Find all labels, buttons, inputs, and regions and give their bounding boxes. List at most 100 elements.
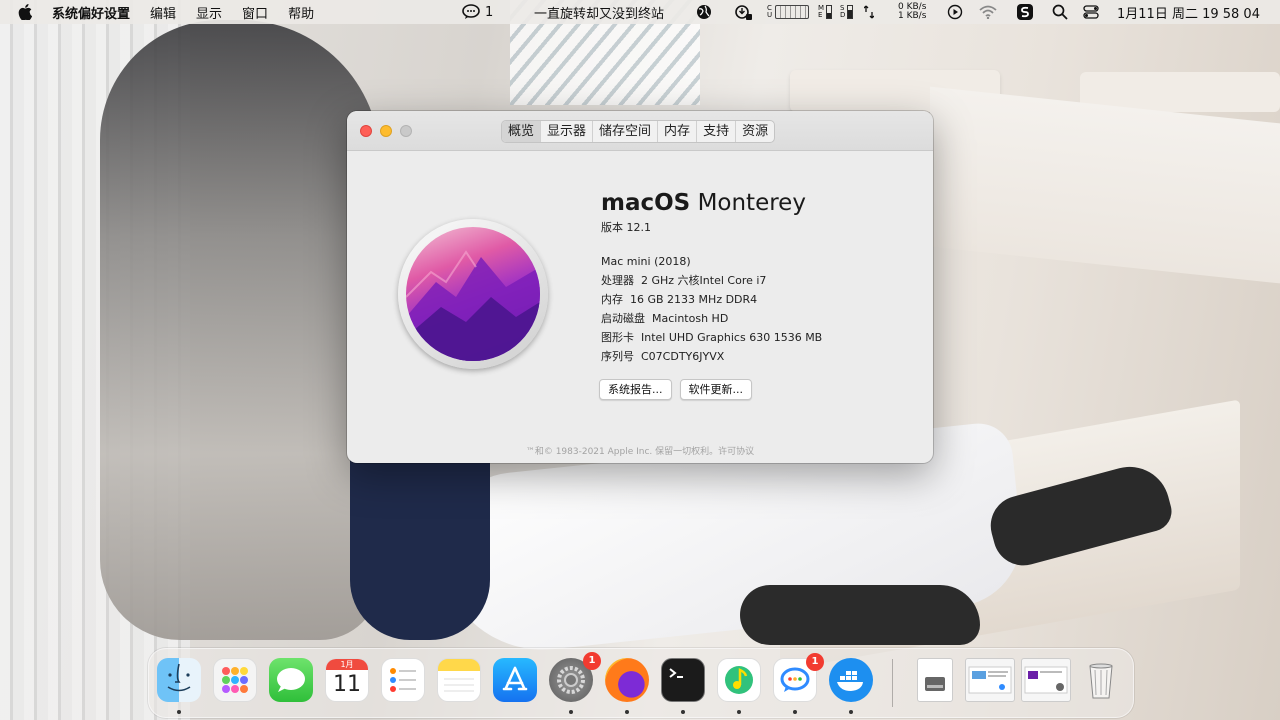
now-playing-icon[interactable] — [947, 0, 963, 24]
about-this-mac-window: 概览 显示器 储存空间 内存 支持 资源 macOS Monterey 版本 1… — [347, 111, 933, 463]
tab-displays[interactable]: 显示器 — [541, 121, 594, 142]
cpu-label: U — [767, 11, 773, 19]
clock[interactable]: 1月11日 周二 19 58 04 — [1117, 0, 1260, 24]
spec-graphics: 图形卡 Intel UHD Graphics 630 1536 MB — [601, 328, 822, 347]
download-speed: 1 KB/s — [898, 11, 927, 21]
cpu-monitor[interactable]: CU — [767, 0, 810, 24]
system-report-button[interactable]: 系统报告... — [599, 379, 672, 400]
spec-key: 序列号 — [601, 350, 634, 363]
control-center-icon[interactable] — [1083, 0, 1099, 24]
qq-music-icon[interactable] — [717, 658, 761, 702]
wallpaper-person — [100, 20, 380, 640]
system-info: macOS Monterey 版本 12.1 Mac mini (2018) 处… — [601, 189, 822, 366]
tab-support[interactable]: 支持 — [697, 121, 737, 142]
firefox-icon[interactable] — [605, 658, 649, 702]
os-name: Monterey — [697, 190, 806, 216]
network-arrows-icon[interactable] — [864, 0, 874, 24]
copyright-footer: ™和© 1983-2021 Apple Inc. 保留一切权利。许可协议 — [525, 447, 755, 457]
download-gear-icon[interactable] — [733, 0, 753, 24]
os-title: macOS Monterey — [601, 189, 822, 217]
os-version: 版本 12.1 — [601, 221, 651, 234]
spec-key: 启动磁盘 — [601, 312, 645, 325]
tab-overview[interactable]: 概览 — [502, 121, 542, 142]
wifi-icon[interactable] — [979, 0, 997, 24]
spec-processor: 处理器 2 GHz 六核Intel Core i7 — [601, 271, 822, 290]
minimize-button[interactable] — [380, 125, 392, 137]
docker-icon[interactable] — [829, 658, 873, 702]
os-brand: macOS — [601, 190, 691, 216]
tab-segmented-control: 概览 显示器 储存空间 内存 支持 资源 — [501, 120, 776, 143]
screenshot-file-icon[interactable] — [1021, 658, 1071, 702]
spec-key: 图形卡 — [601, 331, 634, 344]
chat-app-running-dot — [793, 710, 797, 714]
menu-edit[interactable]: 编辑 — [150, 3, 176, 22]
network-speed[interactable]: 0 KB/s 1 KB/s — [898, 0, 926, 24]
chat-count: 1 — [485, 4, 494, 20]
spec-value: Intel UHD Graphics 630 1536 MB — [641, 331, 823, 344]
system-preferences-running-dot — [569, 710, 573, 714]
disk-label: D — [840, 11, 846, 19]
software-update-button[interactable]: 软件更新... — [679, 379, 752, 400]
calendar-month: 1月 — [326, 659, 368, 670]
menu-help[interactable]: 帮助 — [288, 3, 314, 22]
dock-separator — [892, 659, 893, 707]
reminders-icon[interactable] — [381, 658, 425, 702]
menu-app-name[interactable]: 系统偏好设置 — [52, 3, 130, 22]
launchpad-icon[interactable] — [213, 658, 257, 702]
tab-memory[interactable]: 内存 — [658, 121, 698, 142]
firefox-running-dot — [625, 710, 629, 714]
spec-value: Macintosh HD — [652, 312, 729, 325]
model-name: Mac mini (2018) — [601, 255, 691, 268]
terminal-icon[interactable] — [661, 658, 705, 702]
disk-image-file-icon[interactable] — [917, 658, 953, 702]
menu-bar: 系统偏好设置 编辑 显示 窗口 帮助 1 一直旋转却又没到终站 CU ME S … — [0, 0, 1280, 24]
clipboard-app-icon[interactable] — [1016, 0, 1034, 24]
menu-window[interactable]: 窗口 — [242, 3, 268, 22]
docker-running-dot — [849, 710, 853, 714]
spec-value: C07CDTY6JYVX — [641, 350, 725, 363]
spec-key: 处理器 — [601, 274, 634, 287]
chat-notification-badge: 1 — [806, 653, 824, 671]
app-store-icon[interactable] — [493, 658, 537, 702]
spec-key: 内存 — [601, 293, 623, 306]
spec-serial: 序列号 C07CDTY6JYVX — [601, 347, 822, 366]
settings-notification-badge: 1 — [583, 652, 601, 670]
wallpaper-desk — [930, 86, 1280, 284]
trash-icon[interactable] — [1079, 658, 1123, 702]
calendar-day: 11 — [333, 672, 361, 697]
chat-app-icon[interactable]: 1 — [773, 653, 824, 702]
spec-startup-disk: 启动磁盘 Macintosh HD — [601, 309, 822, 328]
notes-icon[interactable] — [437, 658, 481, 702]
action-buttons: 系统报告... 软件更新... — [599, 379, 752, 400]
screenshot-file-icon[interactable] — [965, 658, 1015, 702]
apple-menu-icon[interactable] — [18, 4, 32, 20]
cpu-graph — [775, 5, 810, 19]
disk-bar — [847, 5, 854, 19]
spec-value: 16 GB 2133 MHz DDR4 — [630, 293, 758, 306]
messages-icon[interactable] — [269, 658, 313, 702]
tab-resources[interactable]: 资源 — [736, 121, 774, 142]
terminal-running-dot — [681, 710, 685, 714]
finder-icon[interactable] — [157, 658, 201, 702]
vpn-globe-icon[interactable] — [696, 0, 712, 24]
memory-monitor[interactable]: ME — [818, 0, 834, 24]
tab-storage[interactable]: 储存空间 — [593, 121, 659, 142]
wallpaper-shoe — [740, 585, 980, 645]
calendar-icon[interactable]: 1月 11 — [325, 658, 369, 702]
spotlight-search-icon[interactable] — [1052, 0, 1068, 24]
chat-bubble-icon — [462, 4, 480, 19]
spec-value: 2 GHz 六核Intel Core i7 — [641, 274, 767, 287]
mem-label: E — [818, 11, 823, 19]
disk-monitor[interactable]: SD — [840, 0, 855, 24]
chat-status-item[interactable]: 1 — [462, 0, 493, 24]
macos-monterey-logo-icon — [398, 219, 548, 369]
finder-running-dot — [177, 710, 181, 714]
close-button[interactable] — [360, 125, 372, 137]
menu-view[interactable]: 显示 — [196, 3, 222, 22]
zoom-button-disabled — [400, 125, 412, 137]
window-titlebar[interactable]: 概览 显示器 储存空间 内存 支持 资源 — [347, 111, 933, 151]
spec-memory: 内存 16 GB 2133 MHz DDR4 — [601, 290, 822, 309]
system-preferences-icon[interactable]: 1 — [549, 652, 601, 702]
music-lyric-ticker[interactable]: 一直旋转却又没到终站 — [534, 0, 664, 24]
memory-bar — [826, 5, 833, 19]
